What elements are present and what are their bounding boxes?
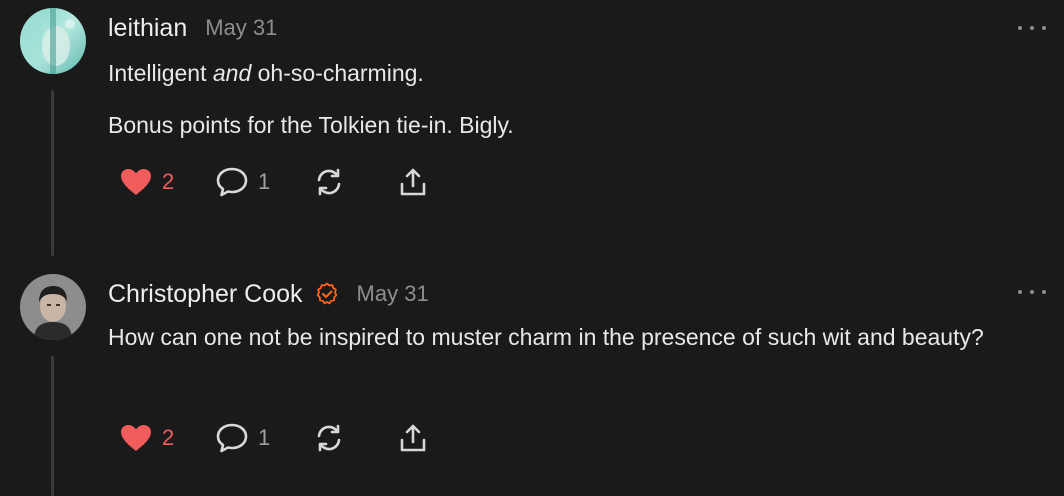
- author-name[interactable]: leithian: [108, 14, 187, 43]
- share-icon: [400, 168, 426, 196]
- share-button[interactable]: [398, 423, 428, 453]
- dot-icon: [1030, 26, 1034, 30]
- like-button[interactable]: 2: [120, 424, 216, 452]
- avatar-image: [20, 274, 86, 340]
- dot-icon: [1018, 290, 1022, 294]
- like-count: 2: [162, 169, 175, 194]
- dot-icon: [1042, 26, 1046, 30]
- reply-button[interactable]: 1: [216, 423, 314, 453]
- avatar[interactable]: [20, 8, 86, 74]
- text-segment: Intelligent: [108, 60, 213, 86]
- verified-badge: [315, 282, 339, 306]
- thread-line: [51, 90, 54, 256]
- comment-date[interactable]: May 31: [357, 281, 429, 307]
- restack-icon: [317, 424, 341, 452]
- heart-icon: [121, 425, 151, 451]
- like-button[interactable]: 2: [120, 168, 216, 196]
- comment-paragraph: Intelligent and oh-so-charming.: [108, 54, 1034, 92]
- restack-button[interactable]: [314, 423, 398, 453]
- reply-count: 1: [258, 425, 271, 450]
- dot-icon: [1042, 290, 1046, 294]
- comment-body: Intelligent and oh-so-charming. Bonus po…: [108, 54, 1034, 144]
- comment-actions: 2 1: [120, 423, 428, 453]
- share-button[interactable]: [398, 167, 428, 197]
- restack-button[interactable]: [314, 167, 398, 197]
- text-segment: oh-so-charming.: [251, 60, 424, 86]
- comment-actions: 2 1: [120, 167, 428, 197]
- more-options-button[interactable]: [1018, 284, 1046, 300]
- emphasis-text: and: [212, 60, 252, 86]
- comment-header: leithian May 31: [108, 10, 277, 46]
- reply-count: 1: [258, 169, 271, 194]
- reply-button[interactable]: 1: [216, 167, 314, 197]
- comment-bubble-icon: [216, 167, 248, 197]
- comment-bubble-icon: [216, 423, 248, 453]
- dot-icon: [1030, 290, 1034, 294]
- avatar[interactable]: [20, 274, 86, 340]
- heart-icon: [121, 169, 151, 195]
- comment-paragraph: Bonus points for the Tolkien tie-in. Big…: [108, 112, 514, 138]
- like-count: 2: [162, 425, 175, 450]
- avatar-image: [20, 8, 86, 74]
- comment-body: How can one not be inspired to muster ch…: [108, 318, 1034, 356]
- dot-icon: [1018, 26, 1022, 30]
- thread-line: [51, 356, 54, 496]
- verified-icon: [316, 282, 337, 305]
- more-options-button[interactable]: [1018, 20, 1046, 36]
- share-icon: [400, 424, 426, 452]
- comment-paragraph: How can one not be inspired to muster ch…: [108, 324, 984, 350]
- restack-icon: [317, 168, 341, 196]
- author-name[interactable]: Christopher Cook: [108, 280, 303, 309]
- comment-header: Christopher Cook May 31: [108, 276, 429, 312]
- comment-date[interactable]: May 31: [205, 15, 277, 41]
